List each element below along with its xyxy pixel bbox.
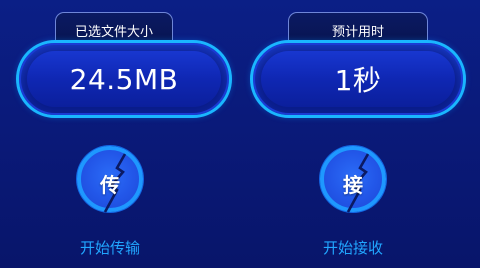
start-receive-button[interactable]: 接	[320, 146, 386, 213]
selected-size-label: 已选文件大小	[74, 25, 153, 40]
selected-size-value: 24.5MB	[69, 62, 179, 96]
start-send-label[interactable]: 开始传输	[80, 237, 140, 258]
estimated-time-label: 预计用时	[331, 25, 384, 40]
estimated-time-display: 1秒	[250, 40, 466, 118]
send-icon-char: 传	[100, 173, 120, 197]
estimated-time-value: 1秒	[334, 64, 382, 97]
start-send-button[interactable]: 传	[77, 146, 143, 213]
start-receive-label[interactable]: 开始接收	[323, 237, 383, 258]
receive-icon-char: 接	[343, 173, 363, 197]
selected-size-display: 24.5MB	[16, 40, 232, 118]
transfer-panel: 已选文件大小 24.5MB 预计用时 1秒 传 开始传输 接 开始接收	[0, 0, 480, 268]
